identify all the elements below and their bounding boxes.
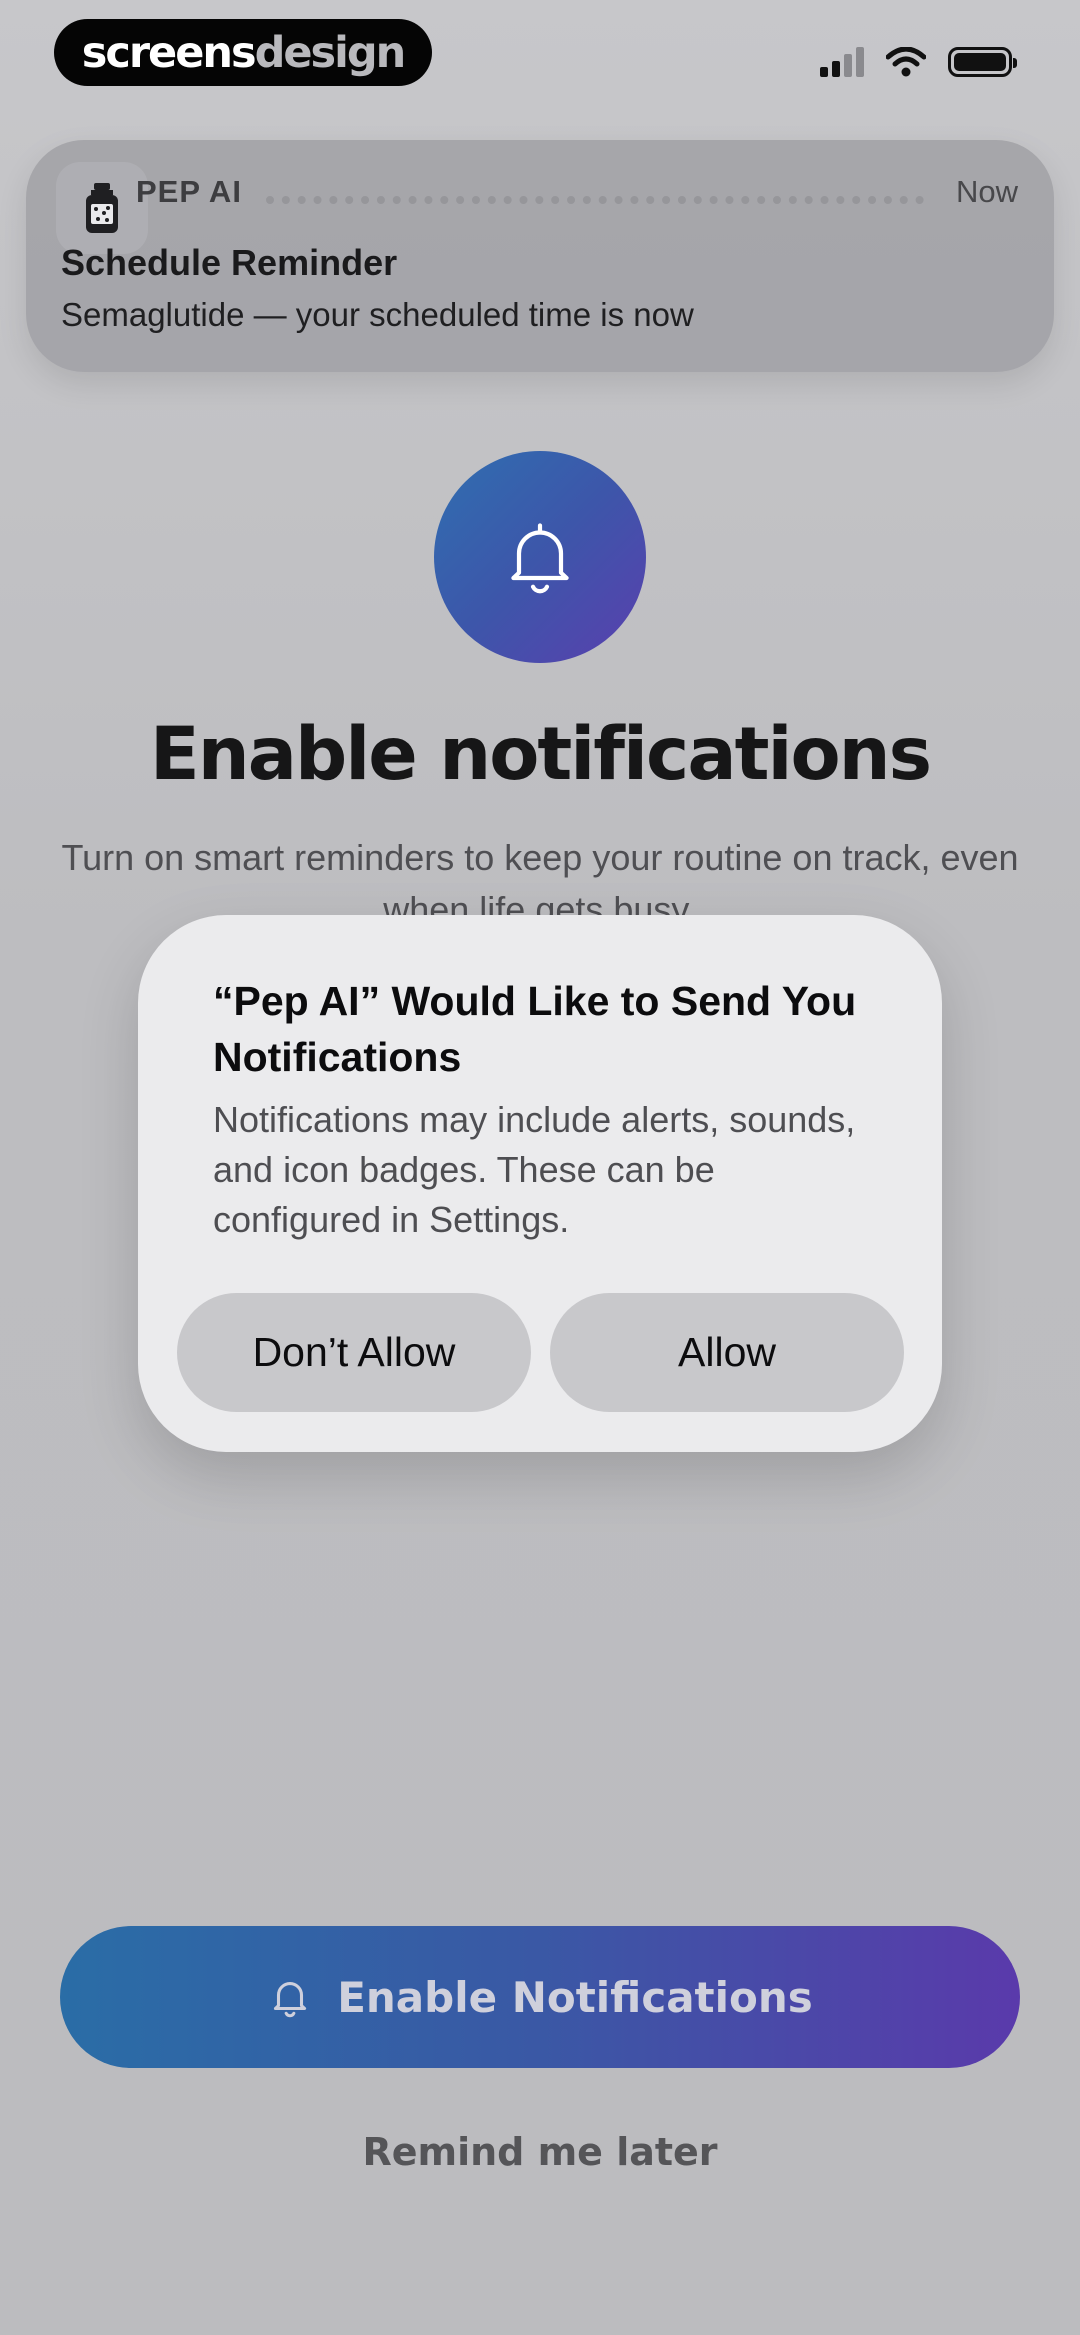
enable-notifications-label: Enable Notifications (337, 1972, 813, 2022)
banner-divider (266, 196, 924, 204)
battery-icon (948, 47, 1017, 77)
screensdesign-watermark: screens design (54, 19, 432, 86)
dont-allow-button[interactable]: Don’t Allow (177, 1293, 531, 1412)
cellular-signal-icon (820, 47, 864, 77)
brand-text-primary: screens (81, 27, 257, 78)
banner-body: Semaglutide — your scheduled time is now (61, 296, 694, 333)
dialog-title: “Pep AI” Would Like to Send You Notifica… (213, 978, 857, 1080)
enable-notifications-button[interactable]: Enable Notifications (60, 1926, 1020, 2068)
bell-outline-icon (274, 1982, 307, 2018)
notification-banner[interactable]: PEP AI Now Schedule Reminder Semaglutide… (26, 140, 1054, 372)
brand-text-secondary: design (254, 27, 407, 78)
bell-icon (434, 451, 646, 663)
banner-app-name: PEP AI (136, 174, 242, 209)
wifi-icon (886, 47, 926, 77)
notification-permission-dialog: “Pep AI” Would Like to Send You Notifica… (138, 915, 942, 1452)
dialog-message: Notifications may include alerts, sounds… (213, 1099, 856, 1240)
medicine-bottle-icon (56, 162, 148, 254)
banner-title: Schedule Reminder (61, 242, 398, 283)
page-title: Enable notifications (149, 712, 932, 797)
status-bar-icons (820, 44, 1017, 80)
allow-button[interactable]: Allow (550, 1293, 904, 1412)
remind-me-later-link[interactable]: Remind me later (0, 2130, 1080, 2174)
banner-timestamp: Now (955, 174, 1018, 209)
